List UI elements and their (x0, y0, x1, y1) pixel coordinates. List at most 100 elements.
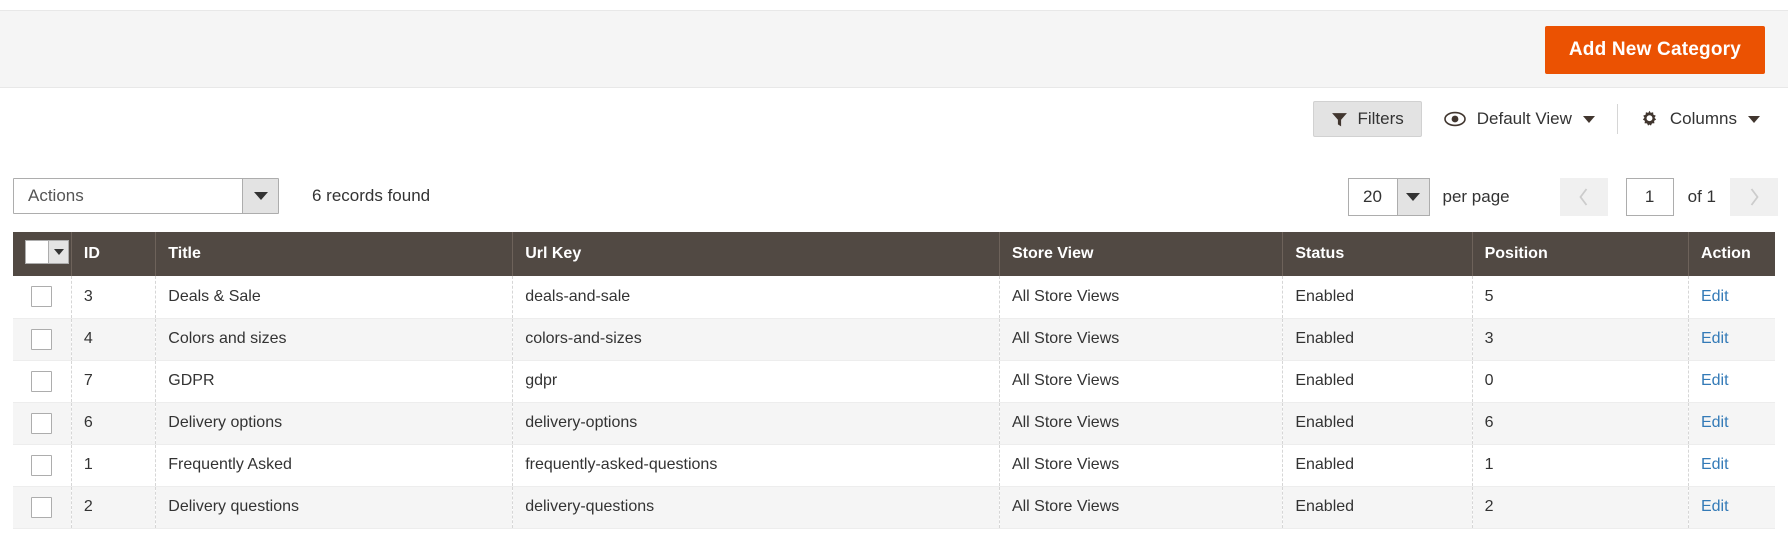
row-select-cell[interactable] (13, 402, 72, 445)
row-select-cell[interactable] (13, 276, 72, 319)
cell-position: 3 (1472, 318, 1689, 361)
funnel-icon (1331, 111, 1348, 128)
cell-status: Enabled (1282, 402, 1473, 445)
row-select-cell[interactable] (13, 486, 72, 529)
cell-status: Enabled (1282, 486, 1473, 529)
row-select-cell[interactable] (13, 360, 72, 403)
select-all-control[interactable] (25, 240, 69, 264)
mass-actions-label: Actions (28, 186, 84, 205)
table-row[interactable]: 4 Colors and sizes colors-and-sizes All … (13, 318, 1775, 361)
cell-store-view: All Store Views (999, 402, 1284, 445)
chevron-down-icon (253, 192, 268, 200)
row-checkbox[interactable] (31, 286, 53, 308)
chevron-down-icon (1406, 193, 1421, 201)
cell-url-key: frequently-asked-questions (512, 444, 1000, 487)
column-header-title[interactable]: Title (155, 232, 514, 276)
cell-position: 1 (1472, 444, 1689, 487)
per-page-label: per page (1442, 187, 1510, 206)
cell-action[interactable]: Edit (1688, 276, 1775, 319)
row-select-cell[interactable] (13, 318, 72, 361)
cell-action[interactable]: Edit (1688, 444, 1775, 487)
table-row[interactable]: 2 Delivery questions delivery-questions … (13, 486, 1775, 529)
edit-link[interactable]: Edit (1701, 456, 1729, 473)
column-header-store-view[interactable]: Store View (999, 232, 1284, 276)
select-all-header-cell[interactable] (13, 232, 72, 276)
cell-id: 1 (71, 444, 157, 487)
row-checkbox[interactable] (31, 454, 53, 476)
row-checkbox[interactable] (31, 412, 53, 434)
select-all-checkbox[interactable] (26, 241, 48, 263)
column-header-id[interactable]: ID (71, 232, 157, 276)
cell-action[interactable]: Edit (1688, 486, 1775, 529)
category-grid: ID Title Url Key Store View Status Posit… (13, 232, 1775, 529)
pagination: 20 per page of 1 (1347, 178, 1778, 216)
cell-store-view: All Store Views (999, 318, 1284, 361)
cell-id: 3 (71, 276, 157, 319)
page-number-input[interactable] (1625, 178, 1674, 216)
chevron-right-icon (1748, 187, 1761, 207)
cell-action[interactable]: Edit (1688, 318, 1775, 361)
edit-link[interactable]: Edit (1701, 372, 1729, 389)
column-header-url-key[interactable]: Url Key (512, 232, 1000, 276)
cell-id: 6 (71, 402, 157, 445)
row-checkbox[interactable] (31, 496, 53, 518)
table-row[interactable]: 1 Frequently Asked frequently-asked-ques… (13, 444, 1775, 487)
row-checkbox[interactable] (31, 328, 53, 350)
mass-actions-select[interactable]: Actions (13, 178, 279, 214)
column-header-position[interactable]: Position (1472, 232, 1689, 276)
cell-action[interactable]: Edit (1688, 360, 1775, 403)
table-row[interactable]: 6 Delivery options delivery-options All … (13, 402, 1775, 445)
table-row[interactable]: 3 Deals & Sale deals-and-sale All Store … (13, 276, 1775, 319)
per-page-arrow (1396, 179, 1429, 215)
cell-id: 2 (71, 486, 157, 529)
cell-position: 2 (1472, 486, 1689, 529)
edit-link[interactable]: Edit (1701, 288, 1729, 305)
eye-icon (1443, 111, 1466, 127)
cell-status: Enabled (1282, 360, 1473, 403)
chevron-down-icon (53, 249, 64, 255)
column-header-status[interactable]: Status (1282, 232, 1473, 276)
previous-page-button[interactable] (1559, 178, 1608, 216)
cell-status: Enabled (1282, 318, 1473, 361)
cell-title: Frequently Asked (155, 444, 514, 487)
select-all-dropdown[interactable] (48, 241, 68, 263)
table-head: ID Title Url Key Store View Status Posit… (13, 232, 1775, 276)
cell-title: Delivery options (155, 402, 514, 445)
default-view-selector[interactable]: Default View (1422, 102, 1617, 136)
cell-title: GDPR (155, 360, 514, 403)
cell-id: 7 (71, 360, 157, 403)
row-select-cell[interactable] (13, 444, 72, 487)
edit-link[interactable]: Edit (1701, 330, 1729, 347)
records-found-label: 6 records found (312, 186, 431, 205)
table-body: 3 Deals & Sale deals-and-sale All Store … (13, 276, 1775, 529)
cell-store-view: All Store Views (999, 360, 1284, 403)
filters-button[interactable]: Filters (1313, 101, 1422, 137)
cell-position: 0 (1472, 360, 1689, 403)
columns-selector[interactable]: Columns (1618, 102, 1782, 136)
cell-title: Colors and sizes (155, 318, 514, 361)
cell-store-view: All Store Views (999, 276, 1284, 319)
cell-url-key: gdpr (512, 360, 1000, 403)
cell-action[interactable]: Edit (1688, 402, 1775, 445)
cell-url-key: colors-and-sizes (512, 318, 1000, 361)
edit-link[interactable]: Edit (1701, 414, 1729, 431)
grid-toolbar: Filters Default View Columns (0, 96, 1788, 148)
cell-url-key: deals-and-sale (512, 276, 1000, 319)
cell-position: 6 (1472, 402, 1689, 445)
per-page-select[interactable]: 20 (1347, 178, 1430, 216)
add-new-category-button[interactable]: Add New Category (1544, 26, 1765, 74)
cell-url-key: delivery-options (512, 402, 1000, 445)
row-checkbox[interactable] (31, 370, 53, 392)
default-view-label: Default View (1476, 109, 1572, 128)
cell-title: Delivery questions (155, 486, 514, 529)
cell-store-view: All Store Views (999, 444, 1284, 487)
columns-label: Columns (1669, 109, 1737, 128)
table-row[interactable]: 7 GDPR gdpr All Store Views Enabled 0 Ed… (13, 360, 1775, 403)
edit-link[interactable]: Edit (1701, 498, 1729, 515)
cell-status: Enabled (1282, 444, 1473, 487)
grid-controls-row: Actions 6 records found 20 per page of 1 (0, 178, 1788, 230)
per-page-value: 20 (1363, 187, 1382, 206)
next-page-button[interactable] (1730, 178, 1778, 216)
cell-position: 5 (1472, 276, 1689, 319)
cell-id: 4 (71, 318, 157, 361)
